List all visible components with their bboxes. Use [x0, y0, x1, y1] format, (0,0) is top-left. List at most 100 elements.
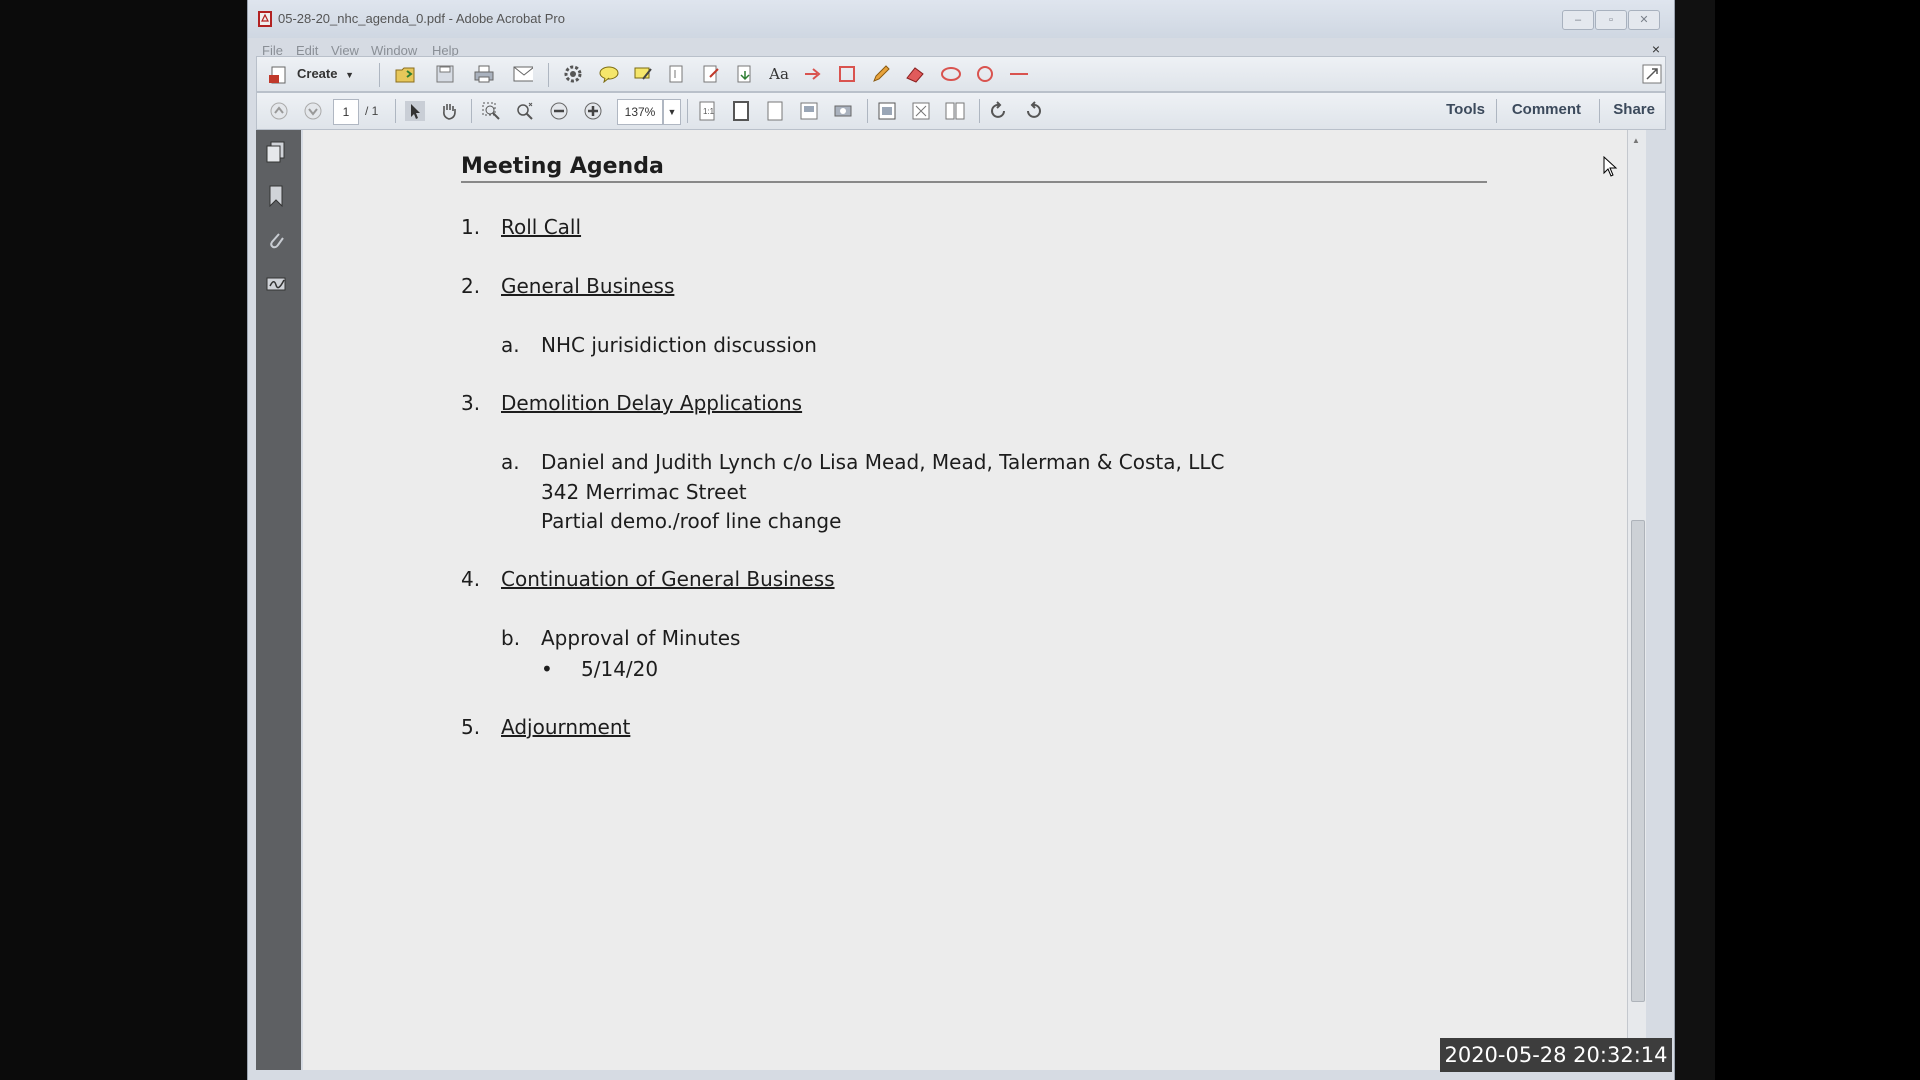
share-pane-button[interactable]: Share: [1613, 101, 1655, 118]
navigation-toolbar: 1 / 1 137% ▼ 1:1 Tools Comment Share: [256, 92, 1666, 130]
hand-tool-icon[interactable]: [439, 101, 459, 121]
maximize-button[interactable]: ▫: [1595, 10, 1627, 30]
rectangle-tool-icon[interactable]: [837, 64, 857, 84]
toolbar-divider: [379, 63, 380, 87]
video-timestamp: 2020-05-28 20:32:14: [1440, 1038, 1672, 1072]
page-thumbnails-icon[interactable]: [266, 141, 286, 163]
main-toolbar: Create ▼ Aa: [256, 56, 1666, 92]
page-title: Meeting Agenda: [461, 154, 1487, 183]
bookmarks-icon[interactable]: [266, 185, 286, 207]
item-number: 1.: [461, 215, 481, 239]
marquee-zoom-icon[interactable]: [481, 101, 501, 121]
minimize-button[interactable]: –: [1562, 10, 1594, 30]
list-item-adjournment: 5. Adjournment: [461, 715, 630, 739]
zoom-in-icon[interactable]: [583, 101, 603, 121]
comment-bubble-icon[interactable]: [599, 64, 619, 84]
oval-tool-icon[interactable]: [975, 64, 995, 84]
list-item-demolition-delay: 3. Demolition Delay Applications: [461, 391, 802, 415]
two-page-view-icon[interactable]: [945, 101, 965, 121]
single-page-icon[interactable]: [799, 101, 819, 121]
text-font-icon[interactable]: Aa: [769, 64, 789, 84]
settings-gear-icon[interactable]: [563, 64, 583, 84]
select-cursor-icon[interactable]: [405, 101, 425, 121]
document-viewport[interactable]: Meeting Agenda 1. Roll Call 2. General B…: [303, 130, 1646, 1070]
mouse-cursor-icon: [1603, 156, 1618, 177]
item-label: NHC jurisidiction discussion: [541, 333, 817, 357]
item-number: 5.: [461, 715, 481, 739]
highlight-text-icon[interactable]: [633, 64, 653, 84]
acrobat-icon: [258, 11, 272, 27]
scroll-thumb[interactable]: [1631, 520, 1645, 1002]
toolbar-divider: [471, 99, 472, 123]
applicant-line: Daniel and Judith Lynch c/o Lisa Mead, M…: [541, 450, 1225, 474]
print-icon[interactable]: [474, 64, 494, 84]
item-label: Approval of Minutes: [541, 626, 741, 650]
item-label: Continuation of General Business: [501, 567, 835, 591]
fit-width-icon[interactable]: [765, 101, 785, 121]
item-number: 2.: [461, 274, 481, 298]
next-page-icon[interactable]: [303, 101, 323, 121]
tools-pane-button[interactable]: Tools: [1446, 101, 1485, 118]
item-label: 5/14/20: [581, 657, 659, 681]
attach-file-icon[interactable]: [667, 64, 687, 84]
create-pdf-icon: [269, 66, 286, 84]
expand-view-icon[interactable]: [1642, 64, 1662, 84]
scroll-up-icon[interactable]: ▲: [1632, 136, 1640, 145]
toolbar-divider: [1496, 99, 1497, 123]
item-letter: b.: [501, 626, 521, 650]
title-bar: 05-28-20_nhc_agenda_0.pdf - Adobe Acroba…: [248, 0, 1674, 38]
cloud-tool-icon[interactable]: [941, 64, 961, 84]
address-line: 342 Merrimac Street: [541, 480, 747, 504]
acrobat-window: 05-28-20_nhc_agenda_0.pdf - Adobe Acroba…: [247, 0, 1675, 1080]
edit-document-icon[interactable]: [701, 64, 721, 84]
left-black-margin: [0, 0, 247, 1080]
zoom-dropdown-icon[interactable]: ▼: [663, 99, 681, 125]
list-subitem-jurisdiction: a. NHC jurisidiction discussion: [501, 333, 817, 357]
previous-page-icon[interactable]: [269, 101, 289, 121]
rotate-clockwise-icon[interactable]: [1023, 101, 1043, 121]
page-number-input[interactable]: 1: [333, 99, 359, 125]
scrolling-mode-icon[interactable]: [877, 101, 897, 121]
rotate-counterclockwise-icon[interactable]: [989, 101, 1009, 121]
full-screen-icon[interactable]: [911, 101, 931, 121]
page-total: / 1: [365, 104, 379, 118]
right-gray-margin: [1673, 0, 1715, 1080]
eraser-tool-icon[interactable]: [905, 64, 925, 84]
save-icon[interactable]: [435, 64, 455, 84]
svg-text:1:1: 1:1: [703, 107, 715, 116]
item-label: Roll Call: [501, 215, 582, 239]
toolbar-divider: [1599, 99, 1600, 123]
list-subitem-approval-minutes: b. Approval of Minutes: [501, 626, 740, 650]
comment-pane-button[interactable]: Comment: [1512, 101, 1581, 118]
toolbar-divider: [867, 99, 868, 123]
item-label: Demolition Delay Applications: [501, 391, 803, 415]
signatures-icon[interactable]: [266, 274, 286, 294]
navigation-pane: [256, 130, 301, 1070]
create-button[interactable]: Create ▼: [269, 63, 354, 85]
window-title: 05-28-20_nhc_agenda_0.pdf - Adobe Acroba…: [278, 11, 565, 26]
item-label: Adjournment: [501, 715, 631, 739]
list-subitem-lynch-application: a. Daniel and Judith Lynch c/o Lisa Mead…: [501, 450, 1224, 533]
attachments-paperclip-icon[interactable]: [266, 230, 286, 250]
close-document-button[interactable]: ×: [1652, 41, 1660, 57]
pencil-tool-icon[interactable]: [871, 64, 891, 84]
email-icon[interactable]: [513, 64, 533, 84]
open-folder-icon[interactable]: [395, 64, 415, 84]
line-tool-icon[interactable]: [1009, 64, 1029, 84]
item-number: 4.: [461, 567, 481, 591]
arrow-tool-icon[interactable]: [803, 64, 823, 84]
bullet-icon: •: [541, 657, 553, 681]
actual-size-icon[interactable]: 1:1: [697, 101, 717, 121]
zoom-level-field[interactable]: 137%: [617, 99, 663, 125]
dynamic-zoom-icon[interactable]: [515, 101, 535, 121]
list-bullet-date: • 5/14/20: [541, 657, 658, 681]
close-button[interactable]: ✕: [1628, 10, 1660, 30]
fit-page-icon[interactable]: [731, 101, 751, 121]
zoom-out-icon[interactable]: [549, 101, 569, 121]
chevron-down-icon: ▼: [345, 70, 355, 80]
toolbar-divider: [548, 63, 549, 87]
export-document-icon[interactable]: [735, 64, 755, 84]
read-mode-icon[interactable]: [833, 101, 853, 121]
item-letter: a.: [501, 450, 520, 474]
vertical-scrollbar[interactable]: ▲: [1627, 130, 1646, 1070]
